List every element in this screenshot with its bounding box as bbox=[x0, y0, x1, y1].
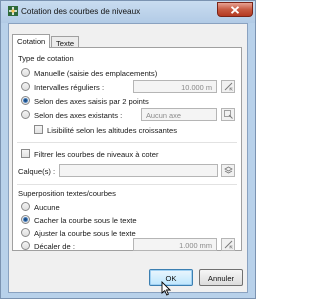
radio-decaler-label: Décaler de : bbox=[34, 242, 75, 251]
radio-aucune[interactable] bbox=[21, 202, 30, 211]
mouse-cursor-icon bbox=[161, 281, 171, 296]
radio-aucune-label: Aucune bbox=[34, 203, 60, 212]
radio-intervalles[interactable] bbox=[21, 82, 30, 91]
pick-distance-icon bbox=[224, 82, 233, 91]
radio-intervalles-label: Intervalles réguliers : bbox=[34, 83, 105, 92]
close-button[interactable] bbox=[217, 2, 253, 17]
radio-ajuster-label: Ajuster la courbe sous le texte bbox=[34, 229, 136, 238]
divider bbox=[17, 184, 237, 185]
tab-panel-cotation: Type de cotation Manuelle (saisie des em… bbox=[12, 47, 242, 251]
pick-distance-icon bbox=[224, 240, 233, 249]
dialog-window: Cotation des courbes de niveaux Cotation… bbox=[0, 0, 256, 299]
dialog-body: Cotation Texte Type de cotation Manuelle… bbox=[8, 23, 248, 293]
radio-manuelle[interactable] bbox=[21, 68, 30, 77]
filtrer-label: Filtrer les courbes de niveaux à coter bbox=[34, 150, 159, 159]
radio-ajuster[interactable] bbox=[21, 228, 30, 237]
divider bbox=[17, 142, 237, 143]
title-bar[interactable]: Cotation des courbes de niveaux bbox=[1, 1, 255, 23]
decaler-pick-button[interactable] bbox=[221, 238, 235, 251]
close-icon bbox=[230, 6, 240, 14]
radio-manuelle-label: Manuelle (saisie des emplacements) bbox=[34, 69, 158, 78]
interval-input[interactable]: 10.000 m bbox=[133, 80, 217, 93]
calques-label: Calque(s) : bbox=[18, 167, 56, 176]
interval-pick-button[interactable] bbox=[221, 80, 235, 93]
radio-axes-existants-label: Selon des axes existants : bbox=[34, 111, 123, 120]
radio-cacher[interactable] bbox=[21, 215, 30, 224]
calques-pick-button[interactable] bbox=[221, 164, 235, 177]
axes-pick-button[interactable] bbox=[221, 108, 235, 121]
radio-axes-existants[interactable] bbox=[21, 110, 30, 119]
cancel-button[interactable]: Annuler bbox=[199, 269, 243, 286]
decaler-input[interactable]: 1.000 mm bbox=[133, 238, 217, 251]
filtrer-checkbox[interactable] bbox=[21, 149, 30, 158]
app-icon bbox=[8, 6, 18, 16]
axes-input[interactable]: Aucun axe bbox=[141, 108, 217, 121]
select-entity-icon bbox=[224, 110, 233, 119]
tab-cotation[interactable]: Cotation bbox=[12, 34, 51, 48]
lisibilite-label: Lisibilité selon les altitudes croissant… bbox=[47, 126, 178, 135]
radio-cacher-label: Cacher la courbe sous le texte bbox=[34, 216, 137, 225]
lisibilite-checkbox[interactable] bbox=[34, 125, 43, 134]
calques-input[interactable] bbox=[59, 164, 218, 177]
section-heading-type-cotation: Type de cotation bbox=[18, 54, 74, 63]
radio-axes-2-points-label: Selon des axes saisis par 2 points bbox=[34, 97, 149, 106]
radio-axes-2-points[interactable] bbox=[21, 96, 30, 105]
section-heading-superposition: Superposition textes/courbes bbox=[18, 189, 116, 198]
layers-icon bbox=[224, 166, 233, 174]
window-title: Cotation des courbes de niveaux bbox=[21, 7, 141, 16]
ok-button[interactable]: OK bbox=[149, 269, 193, 286]
radio-decaler[interactable] bbox=[21, 241, 30, 250]
